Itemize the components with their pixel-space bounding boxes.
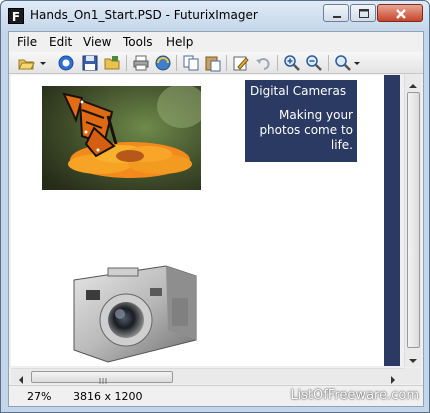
print-icon[interactable] bbox=[132, 54, 150, 72]
scrollbar-corner bbox=[404, 368, 421, 384]
zoom-menu-icon[interactable] bbox=[334, 54, 362, 72]
status-bar: 27% 3816 x 1200 ListOfFreeware.com bbox=[9, 385, 423, 406]
dropdown-icon[interactable] bbox=[38, 54, 48, 72]
close-icon bbox=[396, 9, 406, 19]
maximize-icon bbox=[359, 9, 369, 18]
horizontal-scroll-thumb[interactable] bbox=[31, 371, 173, 384]
menu-bar: File Edit View Tools Help bbox=[9, 32, 423, 52]
toolbar-separator bbox=[176, 55, 177, 71]
camera-photo bbox=[73, 265, 197, 363]
banner-tagline: Making your photos come to life. bbox=[259, 108, 353, 152]
refresh-icon[interactable] bbox=[57, 54, 75, 72]
image-edge-strip bbox=[384, 75, 400, 366]
menu-file[interactable]: File bbox=[17, 35, 37, 49]
toolbar-separator bbox=[277, 55, 278, 71]
toolbar-separator bbox=[226, 55, 227, 71]
toolbar bbox=[9, 52, 423, 74]
copy-icon[interactable] bbox=[182, 54, 200, 72]
menu-tools[interactable]: Tools bbox=[123, 35, 153, 49]
scroll-up-arrow-icon[interactable] bbox=[407, 77, 419, 89]
toolbar-separator bbox=[328, 55, 329, 71]
menu-view[interactable]: View bbox=[83, 35, 111, 49]
client-area: File Edit View Tools Help Digital Camera… bbox=[8, 31, 424, 407]
vertical-scroll-thumb[interactable] bbox=[407, 92, 420, 348]
watermark-text: ListOfFreeware.com bbox=[290, 388, 419, 403]
minimize-button[interactable] bbox=[323, 4, 349, 22]
toolbar-separator bbox=[126, 55, 127, 71]
maximize-button[interactable] bbox=[350, 4, 376, 22]
image-canvas[interactable]: Digital Cameras Making your photos come … bbox=[11, 75, 387, 366]
app-window: F Hands_On1_Start.PSD - FuturixImager Fi… bbox=[0, 0, 430, 413]
scroll-down-arrow-icon[interactable] bbox=[407, 352, 419, 364]
menu-edit[interactable]: Edit bbox=[49, 35, 72, 49]
scan-icon[interactable] bbox=[154, 54, 172, 72]
open-icon[interactable] bbox=[17, 54, 35, 72]
status-zoom: 27% bbox=[27, 390, 52, 403]
paste-icon[interactable] bbox=[204, 54, 222, 72]
menu-help[interactable]: Help bbox=[166, 35, 193, 49]
save-icon[interactable] bbox=[81, 54, 99, 72]
scroll-left-arrow-icon[interactable] bbox=[15, 371, 27, 384]
minimize-icon bbox=[333, 16, 341, 18]
edit-icon[interactable] bbox=[232, 54, 250, 72]
scroll-right-arrow-icon[interactable] bbox=[387, 371, 399, 384]
undo-icon[interactable] bbox=[254, 54, 272, 72]
zoom-out-icon[interactable] bbox=[305, 54, 323, 72]
close-button[interactable] bbox=[377, 4, 423, 22]
title-bar[interactable]: F Hands_On1_Start.PSD - FuturixImager bbox=[1, 1, 429, 31]
status-dimensions: 3816 x 1200 bbox=[73, 390, 143, 403]
vertical-scrollbar[interactable] bbox=[404, 74, 421, 367]
butterfly-photo bbox=[42, 86, 201, 190]
app-icon[interactable]: F bbox=[8, 8, 24, 24]
zoom-in-icon[interactable] bbox=[283, 54, 301, 72]
window-title: Hands_On1_Start.PSD - FuturixImager bbox=[30, 8, 258, 22]
folder-icon[interactable] bbox=[103, 54, 121, 72]
banner-heading: Digital Cameras bbox=[250, 84, 347, 98]
horizontal-scrollbar[interactable] bbox=[11, 368, 404, 384]
promo-banner: Digital Cameras Making your photos come … bbox=[245, 80, 357, 162]
